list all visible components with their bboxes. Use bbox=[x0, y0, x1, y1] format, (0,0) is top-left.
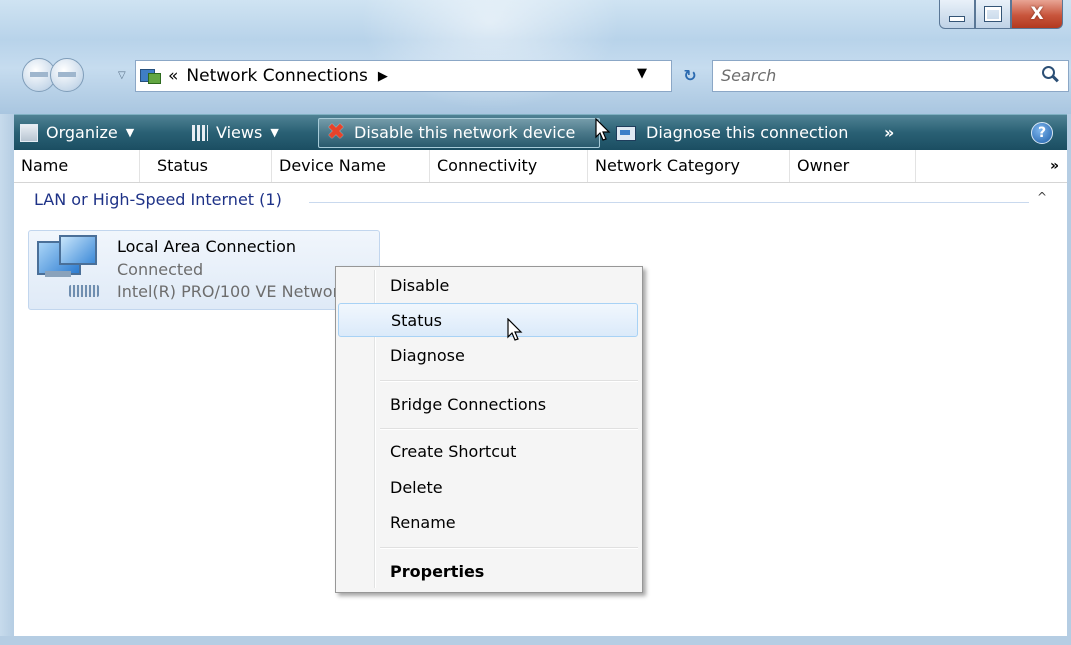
column-device-name[interactable]: Device Name bbox=[272, 150, 430, 182]
navigation-bar: ▽ « Network Connections ▶ ▼ ↻ Search bbox=[22, 56, 1069, 96]
menu-item-rename[interactable]: Rename bbox=[338, 506, 638, 540]
maximize-button[interactable] bbox=[975, 0, 1011, 29]
back-arrow-icon bbox=[30, 72, 48, 77]
context-menu: Disable Status Diagnose Bridge Connectio… bbox=[335, 266, 643, 593]
toolbar-more-button[interactable]: » bbox=[884, 115, 894, 150]
breadcrumb-separator-icon[interactable]: ▶ bbox=[378, 69, 388, 84]
group-divider bbox=[309, 202, 1029, 203]
window-frame-right bbox=[1067, 114, 1071, 645]
views-dropdown-icon: ▼ bbox=[270, 126, 279, 139]
menu-item-diagnose[interactable]: Diagnose bbox=[338, 339, 638, 373]
menu-item-label: Bridge Connections bbox=[390, 395, 547, 414]
explorer-window: X ▽ « Network Connections ▶ ▼ ↻ Search O… bbox=[0, 0, 1071, 645]
connection-status: Connected bbox=[117, 260, 204, 279]
menu-separator bbox=[380, 547, 638, 549]
columns-more-icon[interactable]: » bbox=[1050, 150, 1059, 182]
menu-item-bridge-connections[interactable]: Bridge Connections bbox=[338, 388, 638, 422]
column-name[interactable]: Name bbox=[14, 150, 140, 182]
menu-item-status[interactable]: Status bbox=[338, 303, 638, 337]
disable-x-icon: ✖ bbox=[326, 119, 346, 145]
views-icon bbox=[192, 124, 208, 141]
minimize-button[interactable] bbox=[939, 0, 975, 29]
address-bar[interactable]: « Network Connections ▶ ▼ bbox=[135, 60, 672, 92]
caption-buttons: X bbox=[939, 0, 1063, 32]
views-label: Views bbox=[216, 123, 263, 142]
organize-label: Organize bbox=[46, 123, 118, 142]
menu-item-label: Properties bbox=[390, 562, 485, 581]
connection-device: Intel(R) PRO/100 VE Network Connection bbox=[117, 282, 347, 301]
column-header: Name Status Device Name Connectivity Net… bbox=[14, 150, 1067, 183]
command-toolbar: Organize ▼ Views ▼ ✖ Disable this networ… bbox=[14, 114, 1067, 150]
menu-item-delete[interactable]: Delete bbox=[338, 471, 638, 505]
address-dropdown-icon[interactable]: ▼ bbox=[637, 66, 647, 81]
organize-dropdown-icon: ▼ bbox=[125, 126, 135, 139]
close-icon: X bbox=[1030, 3, 1044, 24]
refresh-icon: ↻ bbox=[683, 65, 697, 85]
diagnose-connection-button[interactable]: Diagnose this connection bbox=[616, 115, 848, 150]
menu-separator bbox=[380, 380, 638, 382]
group-header[interactable]: LAN or High-Speed Internet (1) bbox=[34, 190, 282, 209]
close-button[interactable]: X bbox=[1011, 0, 1063, 29]
menu-item-label: Disable bbox=[390, 276, 450, 295]
column-network-category[interactable]: Network Category bbox=[588, 150, 790, 182]
group-collapse-icon[interactable]: ^ bbox=[1037, 190, 1047, 204]
menu-item-properties[interactable]: Properties bbox=[338, 555, 638, 589]
organize-button[interactable]: Organize ▼ bbox=[20, 115, 134, 150]
network-adapter-icon bbox=[35, 235, 103, 303]
diagnose-icon bbox=[616, 125, 638, 141]
disable-device-button[interactable]: ✖ Disable this network device bbox=[326, 115, 576, 150]
column-owner[interactable]: Owner bbox=[790, 150, 916, 182]
organize-icon bbox=[20, 123, 38, 142]
menu-item-label: Delete bbox=[390, 478, 443, 497]
help-icon[interactable]: ? bbox=[1031, 122, 1053, 144]
minimize-icon bbox=[949, 16, 965, 22]
window-frame-bottom bbox=[0, 636, 1071, 645]
diagnose-label: Diagnose this connection bbox=[646, 123, 849, 142]
search-placeholder: Search bbox=[721, 66, 777, 85]
maximize-icon bbox=[984, 6, 1002, 22]
menu-item-label: Diagnose bbox=[390, 346, 465, 365]
forward-button[interactable] bbox=[50, 58, 84, 92]
views-button[interactable]: Views ▼ bbox=[192, 115, 279, 150]
breadcrumb-network-connections[interactable]: Network Connections bbox=[186, 66, 367, 86]
network-folder-icon bbox=[140, 67, 161, 85]
disable-device-label: Disable this network device bbox=[354, 123, 576, 142]
column-status[interactable]: Status bbox=[150, 150, 272, 182]
refresh-button[interactable]: ↻ bbox=[674, 60, 706, 90]
local-area-connection-item[interactable]: Local Area Connection Connected Intel(R)… bbox=[28, 230, 380, 310]
menu-item-label: Status bbox=[391, 311, 442, 330]
menu-item-disable[interactable]: Disable bbox=[338, 269, 638, 303]
recent-pages-dropdown[interactable]: ▽ bbox=[118, 70, 126, 81]
connection-name: Local Area Connection bbox=[117, 237, 296, 256]
address-chevron[interactable]: « bbox=[168, 66, 178, 86]
search-input[interactable]: Search bbox=[712, 60, 1069, 92]
search-icon[interactable] bbox=[1042, 66, 1060, 84]
menu-item-label: Rename bbox=[390, 513, 456, 532]
column-connectivity[interactable]: Connectivity bbox=[430, 150, 588, 182]
menu-separator bbox=[380, 428, 638, 430]
menu-item-label: Create Shortcut bbox=[390, 442, 517, 461]
menu-item-create-shortcut[interactable]: Create Shortcut bbox=[338, 435, 638, 469]
forward-arrow-icon bbox=[58, 72, 76, 77]
window-frame-left bbox=[0, 114, 14, 645]
